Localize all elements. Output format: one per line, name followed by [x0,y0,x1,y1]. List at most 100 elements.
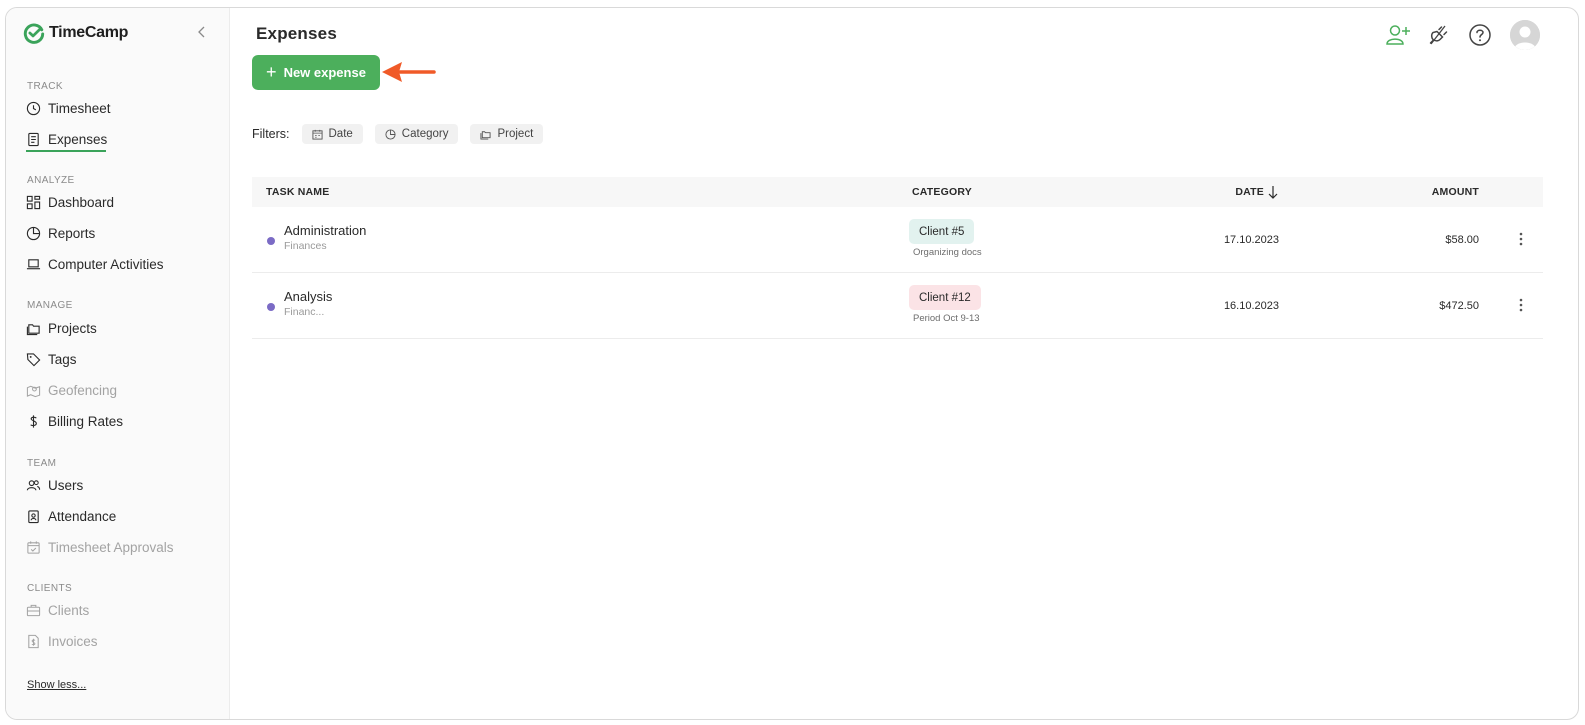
filter-chip-category[interactable]: Category [374,124,459,144]
sidebar-item-label: Users [48,477,84,493]
dollar-icon [26,414,41,429]
sidebar-item-users[interactable]: Users [26,475,83,495]
sidebar-item-label: Timesheet Approvals [48,539,174,555]
more-options-icon[interactable] [1518,232,1524,246]
section-label-clients: CLIENTS [27,583,73,594]
column-header-date-label: DATE [1235,186,1264,198]
clock-icon [26,101,41,116]
column-header-amount[interactable]: AMOUNT [1432,186,1479,198]
expenses-table: TASK NAME CATEGORY DATE AMOUNT Administr… [252,177,1543,339]
app-name: TimeCamp [49,24,129,41]
help-icon[interactable] [1467,22,1493,48]
sidebar-item-geofencing[interactable]: Geofencing [26,380,117,400]
user-avatar[interactable] [1510,20,1540,50]
sidebar-item-invoices[interactable]: Invoices [26,631,98,651]
integrations-plug-icon[interactable] [1426,22,1452,48]
expense-amount: $58.00 [1445,234,1479,246]
filter-chip-project[interactable]: Project [470,124,544,144]
filter-chip-label: Category [401,128,449,140]
invoice-icon [26,634,41,649]
column-header-date[interactable]: DATE [1235,184,1279,200]
task-color-dot [267,303,275,311]
folders-icon [480,130,492,140]
page-title: Expenses [256,24,337,43]
calendar-icon [311,129,323,140]
sidebar-item-reports[interactable]: Reports [26,223,95,243]
sidebar-item-label: Projects [48,320,97,336]
expense-date: 16.10.2023 [1223,300,1279,312]
table-header: TASK NAME CATEGORY DATE AMOUNT [252,177,1543,207]
section-label-track: TRACK [27,81,63,92]
table-row[interactable]: Administration Finances Client #5 Organi… [252,207,1543,273]
sidebar-item-label: Clients [48,602,90,618]
annotation-arrow-icon [382,62,436,82]
calendar-check-icon [26,540,41,555]
new-expense-label: New expense [283,65,366,80]
briefcase-icon [26,603,41,618]
plus-icon: + [266,61,277,82]
sidebar-item-computer-activities[interactable]: Computer Activities [26,254,164,274]
sidebar-item-dashboard[interactable]: Dashboard [26,192,114,212]
users-icon [26,478,41,493]
sidebar-item-label: Attendance [48,508,117,524]
sidebar-item-label: Billing Rates [48,413,124,429]
expense-amount: $472.50 [1439,300,1479,312]
sidebar-item-label: Expenses [48,131,108,147]
show-less-link[interactable]: Show less... [27,679,86,691]
sidebar-item-label: Timesheet [48,100,111,116]
category-badge: Client #5 [909,219,975,244]
sidebar-item-tags[interactable]: Tags [26,349,77,369]
sidebar-item-clients[interactable]: Clients [26,600,89,620]
sort-descending-icon [1268,186,1278,199]
logo[interactable]: TimeCamp [23,22,128,44]
sidebar-item-label: Dashboard [48,194,115,210]
section-label-team: TEAM [27,458,57,469]
folders-icon [26,321,41,336]
pie-chart-icon [385,128,396,140]
task-project: Financ... [284,306,325,318]
expense-date: 17.10.2023 [1223,234,1279,246]
task-name: Analysis [284,289,333,304]
sidebar-item-timesheet[interactable]: Timesheet [26,98,111,118]
column-header-category[interactable]: CATEGORY [912,186,972,198]
header-actions [1385,20,1540,50]
sidebar-item-label: Reports [48,225,96,241]
filter-chip-date[interactable]: Date [301,124,363,144]
sidebar-item-label: Geofencing [48,382,118,398]
sidebar-item-expenses[interactable]: Expenses [26,129,107,149]
category-badge: Client #12 [909,285,981,310]
laptop-icon [26,257,41,272]
sidebar-item-projects[interactable]: Projects [26,318,97,338]
filter-chip-label: Date [328,128,353,140]
receipt-icon [26,132,41,147]
map-pin-icon [26,383,41,398]
column-header-task-name[interactable]: TASK NAME [266,186,329,198]
new-expense-button[interactable]: + New expense [252,55,380,90]
task-name: Administration [284,223,367,238]
category-note: Organizing docs [913,247,982,258]
section-label-analyze: ANALYZE [27,175,75,186]
task-project: Finances [284,240,327,252]
dashboard-icon [26,195,41,210]
sidebar-item-label: Computer Activities [48,256,164,272]
table-row[interactable]: Analysis Financ... Client #12 Period Oct… [252,273,1543,339]
collapse-sidebar-icon[interactable] [194,24,210,40]
pie-chart-icon [26,226,41,241]
add-user-icon[interactable] [1385,22,1411,48]
sidebar-item-timesheet-approvals[interactable]: Timesheet Approvals [26,537,174,557]
timecamp-logo-icon [23,23,45,44]
app-window: TimeCamp TRACK Timesheet Expenses ANALYZ… [5,7,1579,720]
sidebar-item-attendance[interactable]: Attendance [26,506,116,526]
filters-bar: Filters: Date Category Project [252,124,544,144]
sidebar-item-billing-rates[interactable]: Billing Rates [26,411,123,431]
more-options-icon[interactable] [1518,298,1524,312]
sidebar-item-label: Invoices [48,633,98,649]
badge-icon [26,509,41,524]
filters-label: Filters: [252,127,290,141]
section-label-manage: MANAGE [27,300,73,311]
sidebar-item-label: Tags [48,351,77,367]
tag-icon [26,352,41,367]
active-indicator [26,150,106,152]
filter-chip-label: Project [497,128,534,140]
sidebar: TimeCamp TRACK Timesheet Expenses ANALYZ… [6,8,230,719]
